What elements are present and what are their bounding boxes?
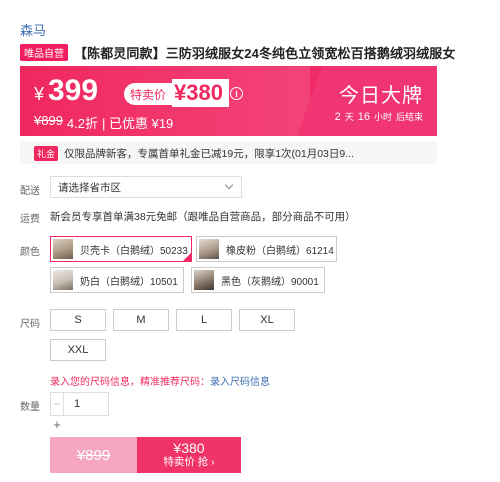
original-price-button[interactable]: ¥899 xyxy=(50,437,137,473)
quantity-minus-button[interactable]: − xyxy=(50,392,64,416)
info-icon[interactable]: i xyxy=(230,87,243,100)
buy-button-price: ¥380 xyxy=(173,440,205,456)
price-subline: ¥899 4.2折 | 已优惠 ¥19 xyxy=(34,113,173,132)
countdown-suffix: 后结束 xyxy=(395,112,423,122)
shipping-label: 运费 xyxy=(20,214,40,225)
saved-amount: | 已优惠 ¥19 xyxy=(102,116,174,131)
size-option-s[interactable]: S xyxy=(50,309,106,331)
original-price: ¥899 xyxy=(34,113,63,128)
color-option-milk-white[interactable]: 奶白（白鹅绒）10501 xyxy=(50,267,184,293)
original-price-button-label: ¥899 xyxy=(76,446,111,464)
size-label: 尺码 xyxy=(20,319,40,330)
color-thumbnail xyxy=(53,239,73,259)
special-price: ¥380 xyxy=(172,79,229,107)
color-label: 颜色 xyxy=(20,247,40,258)
color-thumbnail xyxy=(53,270,73,290)
discount-rate: 4.2折 xyxy=(66,116,98,131)
current-price: 399 xyxy=(48,74,99,107)
color-option-label: 奶白（白鹅绒）10501 xyxy=(80,276,178,288)
region-select-placeholder: 请选择省市区 xyxy=(58,181,121,194)
shipping-text: 新会员专享首单满38元免邮（跟唯品自营商品，部分商品不可用） xyxy=(50,211,356,223)
quantity-label: 数量 xyxy=(20,402,40,413)
quantity-input[interactable]: 1 xyxy=(63,392,109,416)
product-title-row: 唯品自营 【陈都灵同款】三防羽绒服女24冬纯色立领宽松百搭鹅绒羽绒服女 xyxy=(20,42,490,62)
promo-title: 今日大牌 xyxy=(339,85,423,107)
color-option-label: 贝壳卡（白鹅绒）50233 xyxy=(80,245,188,257)
countdown-hours: 16 xyxy=(357,111,370,123)
color-option-label: 橡皮粉（白鹅绒）61214 xyxy=(226,245,334,257)
buy-button-label: 特卖价 抢 › xyxy=(163,456,215,468)
selected-check-icon xyxy=(182,252,192,262)
size-hint: 录入您的尺码信息，精准推荐尺码：录入尺码信息 xyxy=(50,373,270,388)
color-option-rubber-pink[interactable]: 橡皮粉（白鹅绒）61214 xyxy=(196,236,337,262)
size-option-l[interactable]: L xyxy=(176,309,232,331)
color-option-label: 黑色（灰鹅绒）90001 xyxy=(221,276,319,288)
countdown-days-unit: 天 xyxy=(344,112,354,122)
quantity-plus-button[interactable]: + xyxy=(50,417,64,432)
coupon-text: 仅限品牌新客，专属首单礼金已减19元，限享1次(01月03日9... xyxy=(64,147,354,160)
brand-name[interactable]: 森马 xyxy=(20,20,46,39)
color-thumbnail xyxy=(199,239,219,259)
region-select[interactable]: 请选择省市区 xyxy=(50,176,242,198)
self-operated-badge: 唯品自营 xyxy=(20,43,68,61)
color-thumbnail xyxy=(194,270,214,290)
countdown-hours-unit: 小时 xyxy=(373,112,392,122)
size-option-m[interactable]: M xyxy=(113,309,169,331)
currency-symbol: ¥ xyxy=(34,84,45,104)
product-title: 【陈都灵同款】三防羽绒服女24冬纯色立领宽松百搭鹅绒羽绒服女 xyxy=(74,45,456,61)
size-option-xxl[interactable]: XXL xyxy=(50,339,106,361)
coupon-badge: 礼金 xyxy=(34,145,59,161)
color-option-shell-khaki[interactable]: 贝壳卡（白鹅绒）50233 xyxy=(50,236,192,262)
coupon-row[interactable]: 礼金 仅限品牌新客，专属首单礼金已减19元，限享1次(01月03日9... xyxy=(20,142,437,164)
delivery-label: 配送 xyxy=(20,186,40,197)
size-option-xl[interactable]: XL xyxy=(239,309,295,331)
countdown: 2 天 16 小时 后结束 xyxy=(335,110,423,123)
size-hint-text: 录入您的尺码信息，精准推荐尺码： xyxy=(50,377,210,388)
price-banner: ¥ 399 特卖价 ¥380 i ¥899 4.2折 | 已优惠 ¥19 今日大… xyxy=(20,66,437,136)
buy-now-button[interactable]: ¥380 特卖价 抢 › xyxy=(137,437,241,473)
countdown-days: 2 xyxy=(334,111,341,123)
size-hint-link[interactable]: 录入尺码信息 xyxy=(210,377,270,388)
color-option-black[interactable]: 黑色（灰鹅绒）90001 xyxy=(191,267,325,293)
special-price-label: 特卖价 xyxy=(124,83,173,105)
chevron-down-icon xyxy=(224,180,234,190)
